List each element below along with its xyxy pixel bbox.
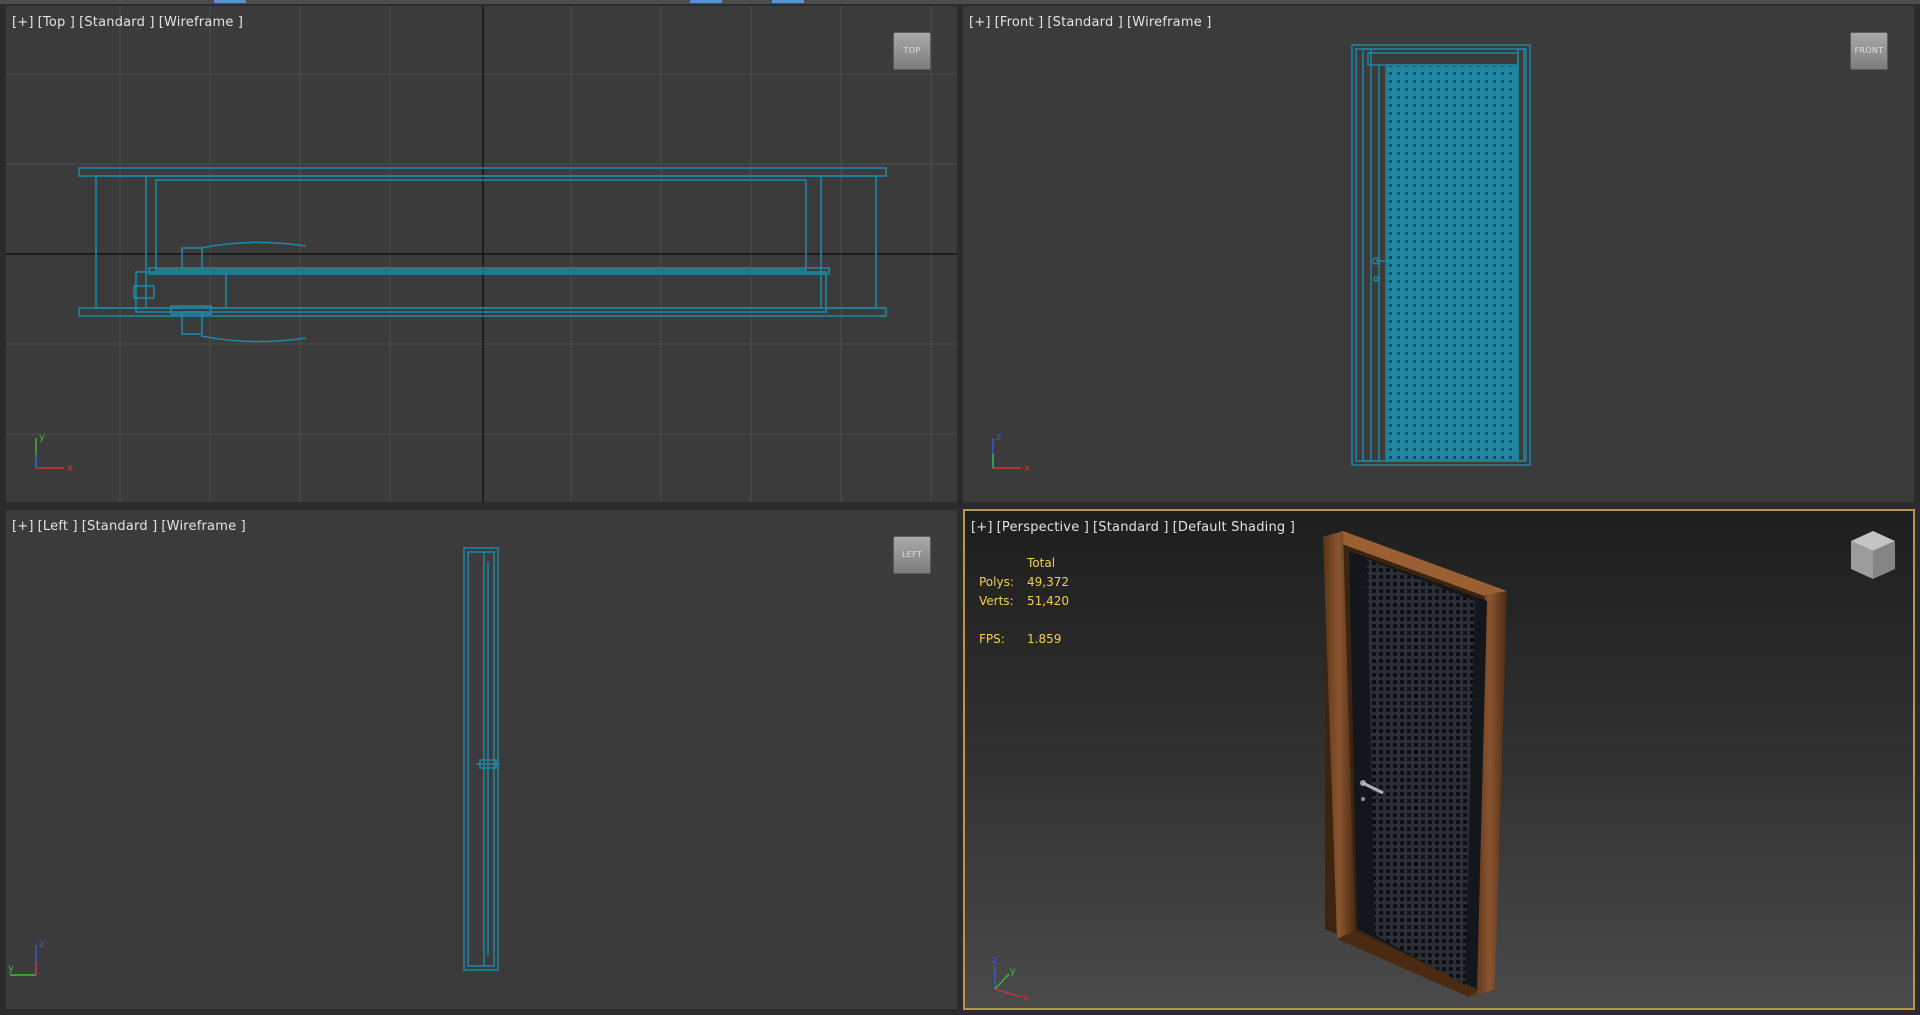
axis-label: x: [1023, 992, 1029, 1003]
viewport-top[interactable]: y x [+] [Top ] [Standard ] [Wireframe ] TOP: [6, 6, 957, 502]
door-perforated-panel: [1387, 66, 1517, 460]
viewport-standard-menu[interactable]: [Standard ]: [1093, 520, 1169, 535]
viewport-perspective[interactable]: z x y [+] [Perspective ] [Standard ] [Defau…: [963, 509, 1915, 1010]
polys-label: Polys:: [979, 575, 1014, 589]
viewport-label-perspective: [+] [Perspective ] [Standard ] [Default Sha…: [971, 520, 1299, 535]
front-axis-tripod: z x: [992, 432, 1030, 474]
viewport-standard-menu[interactable]: [Standard ]: [1047, 15, 1123, 30]
perspective-axis-tripod: z x y: [992, 955, 1029, 1003]
viewport-menu-plus[interactable]: [+]: [969, 15, 991, 30]
perspective-render-canvas: z x y: [992, 531, 1507, 1003]
viewport-point-of-view-menu[interactable]: [Perspective ]: [997, 520, 1089, 535]
viewcube-perspective[interactable]: [1845, 527, 1901, 587]
axis-label: y: [39, 432, 45, 443]
top-wireframe-canvas: y x: [6, 6, 957, 502]
viewport-label-top: [+] [Top ] [Standard ] [Wireframe ]: [12, 15, 247, 30]
viewport-menu-plus[interactable]: [+]: [971, 520, 993, 535]
left-axis-tripod: z y: [8, 939, 44, 976]
viewport-standard-menu[interactable]: [Standard ]: [79, 15, 155, 30]
viewport-front[interactable]: z x [+] [Front ] [Standard ] [Wireframe ] F…: [963, 6, 1914, 502]
fps-value: 1.859: [1027, 632, 1062, 646]
front-wireframe-canvas: z x: [992, 44, 1531, 474]
viewcube-front[interactable]: FRONT: [1850, 32, 1888, 70]
polys-value: 49,372: [1027, 575, 1069, 589]
stats-header: Total: [1027, 556, 1056, 570]
viewport-menu-plus[interactable]: [+]: [12, 519, 34, 534]
top-toolbar-strip: [0, 0, 1920, 4]
axis-label: y: [1010, 966, 1016, 977]
verts-label: Verts:: [979, 594, 1014, 608]
axis-label: z: [996, 432, 1001, 443]
viewport-shading-menu[interactable]: [Default Shading ]: [1173, 520, 1295, 535]
axis-label: z: [39, 939, 44, 950]
door-perforated-panel: [1367, 559, 1475, 985]
viewport-point-of-view-menu[interactable]: [Left ]: [38, 519, 78, 534]
axis-label: z: [992, 955, 997, 966]
viewcube-left[interactable]: LEFT: [893, 536, 931, 574]
verts-value: 51,420: [1027, 594, 1069, 608]
viewport-shading-menu[interactable]: [Wireframe ]: [1127, 15, 1211, 30]
viewport-shading-menu[interactable]: [Wireframe ]: [159, 15, 243, 30]
fps-label: FPS:: [979, 632, 1005, 646]
axis-label: x: [1024, 463, 1030, 474]
viewport-layout: y x [+] [Top ] [Standard ] [Wireframe ] TOP: [0, 0, 1920, 1015]
viewport-point-of-view-menu[interactable]: [Front ]: [995, 15, 1044, 30]
axis-label: y: [8, 963, 14, 974]
viewport-label-left: [+] [Left ] [Standard ] [Wireframe ]: [12, 519, 250, 534]
viewport-point-of-view-menu[interactable]: [Top ]: [38, 15, 75, 30]
viewport-label-front: [+] [Front ] [Standard ] [Wireframe ]: [969, 15, 1216, 30]
viewport-left[interactable]: z y [+] [Left ] [Standard ] [Wireframe ] LE…: [6, 510, 957, 1009]
top-axis-tripod: y x: [35, 432, 73, 474]
viewcube-top[interactable]: TOP: [893, 32, 931, 70]
viewport-menu-plus[interactable]: [+]: [12, 15, 34, 30]
viewport-standard-menu[interactable]: [Standard ]: [82, 519, 158, 534]
axis-label: x: [67, 463, 73, 474]
left-wireframe-canvas: z y: [8, 547, 500, 976]
viewport-shading-menu[interactable]: [Wireframe ]: [161, 519, 245, 534]
